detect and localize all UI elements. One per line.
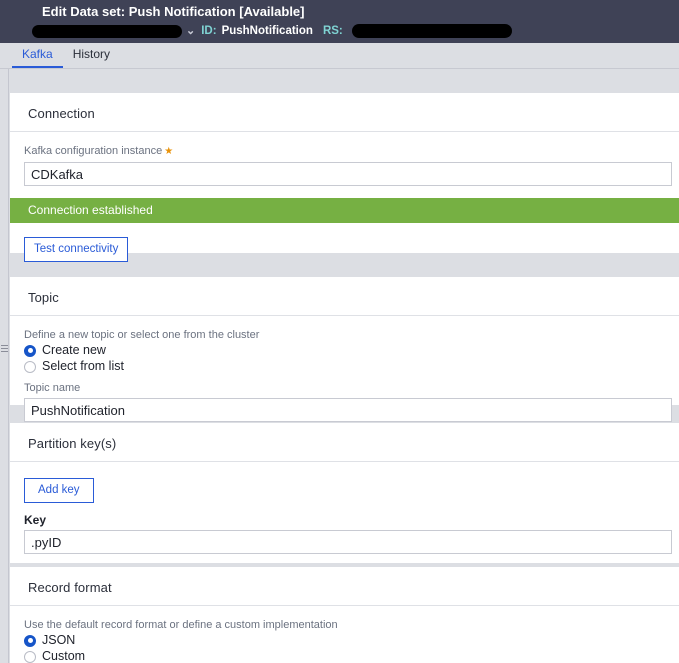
tab-kafka[interactable]: Kafka <box>12 44 63 68</box>
topic-title: Topic <box>10 277 679 316</box>
test-connectivity-button[interactable]: Test connectivity <box>24 237 129 262</box>
chevron-down-icon[interactable]: ⌄ <box>186 24 195 38</box>
splitter-drag-handle[interactable] <box>1 341 8 355</box>
partition-key-input[interactable] <box>24 530 672 554</box>
record-format-title: Record format <box>10 567 679 606</box>
id-value: PushNotification <box>221 25 313 37</box>
kafka-instance-label-text: Kafka configuration instance <box>24 145 163 157</box>
radio-select-from-list[interactable]: Select from list <box>24 359 661 374</box>
record-format-hint: Use the default record format or define … <box>24 619 338 631</box>
radio-custom-icon[interactable] <box>24 650 36 663</box>
radio-custom[interactable]: Custom <box>24 649 661 663</box>
partition-keys-panel: Partition key(s) Add key Key <box>10 423 679 563</box>
add-key-button[interactable]: Add key <box>24 478 94 503</box>
required-asterisk-icon: ★ <box>164 146 174 157</box>
redacted-rs-region <box>351 24 512 38</box>
radio-json-label: JSON <box>42 633 76 647</box>
record-format-panel: Record format Use the default record for… <box>10 567 679 663</box>
radio-json-icon[interactable] <box>24 634 36 647</box>
topic-name-input[interactable] <box>24 398 672 422</box>
window-header: Edit Data set: Push Notification [Availa… <box>0 0 679 43</box>
radio-create-new-icon[interactable] <box>24 344 36 357</box>
radio-select-from-list-label: Select from list <box>42 359 124 373</box>
connection-status-banner: Connection established <box>10 198 679 223</box>
status-badge: [Available] <box>239 4 305 19</box>
kafka-instance-input[interactable] <box>24 162 672 186</box>
radio-select-from-list-icon[interactable] <box>24 360 36 373</box>
id-label: ID: <box>201 25 217 37</box>
radio-create-new[interactable]: Create new <box>24 343 661 358</box>
redacted-label-region <box>32 24 182 38</box>
tab-history-label: History <box>72 47 111 61</box>
page-title: Edit Data set: Push Notification [Availa… <box>42 4 679 20</box>
tab-history[interactable]: History <box>63 44 120 68</box>
kafka-instance-label: Kafka configuration instance ★ <box>24 144 661 159</box>
key-column-header: Key <box>24 513 47 527</box>
connection-title: Connection <box>10 93 679 132</box>
tab-kafka-label: Kafka <box>22 47 53 61</box>
header-meta-row: ⌄ ID: PushNotification RS: <box>32 24 679 38</box>
topic-name-label: Topic name <box>24 382 81 394</box>
connection-panel: Connection Kafka configuration instance ★… <box>10 93 679 262</box>
tab-bar: Kafka History <box>0 43 679 69</box>
left-splitter-rail[interactable] <box>0 69 9 663</box>
page-title-main: Data set: Push Notification <box>70 4 236 19</box>
rs-label: RS: <box>322 25 343 37</box>
form-scroll-area[interactable]: Connection Kafka configuration instance ★… <box>0 69 679 663</box>
radio-custom-label: Custom <box>42 649 86 663</box>
topic-panel: Topic Define a new topic or select one f… <box>10 277 679 422</box>
page-title-prefix: Edit <box>42 4 67 19</box>
radio-create-new-label: Create new <box>42 343 106 357</box>
topic-hint: Define a new topic or select one from th… <box>24 329 260 341</box>
partition-keys-title: Partition key(s) <box>10 423 679 462</box>
radio-json[interactable]: JSON <box>24 633 661 648</box>
